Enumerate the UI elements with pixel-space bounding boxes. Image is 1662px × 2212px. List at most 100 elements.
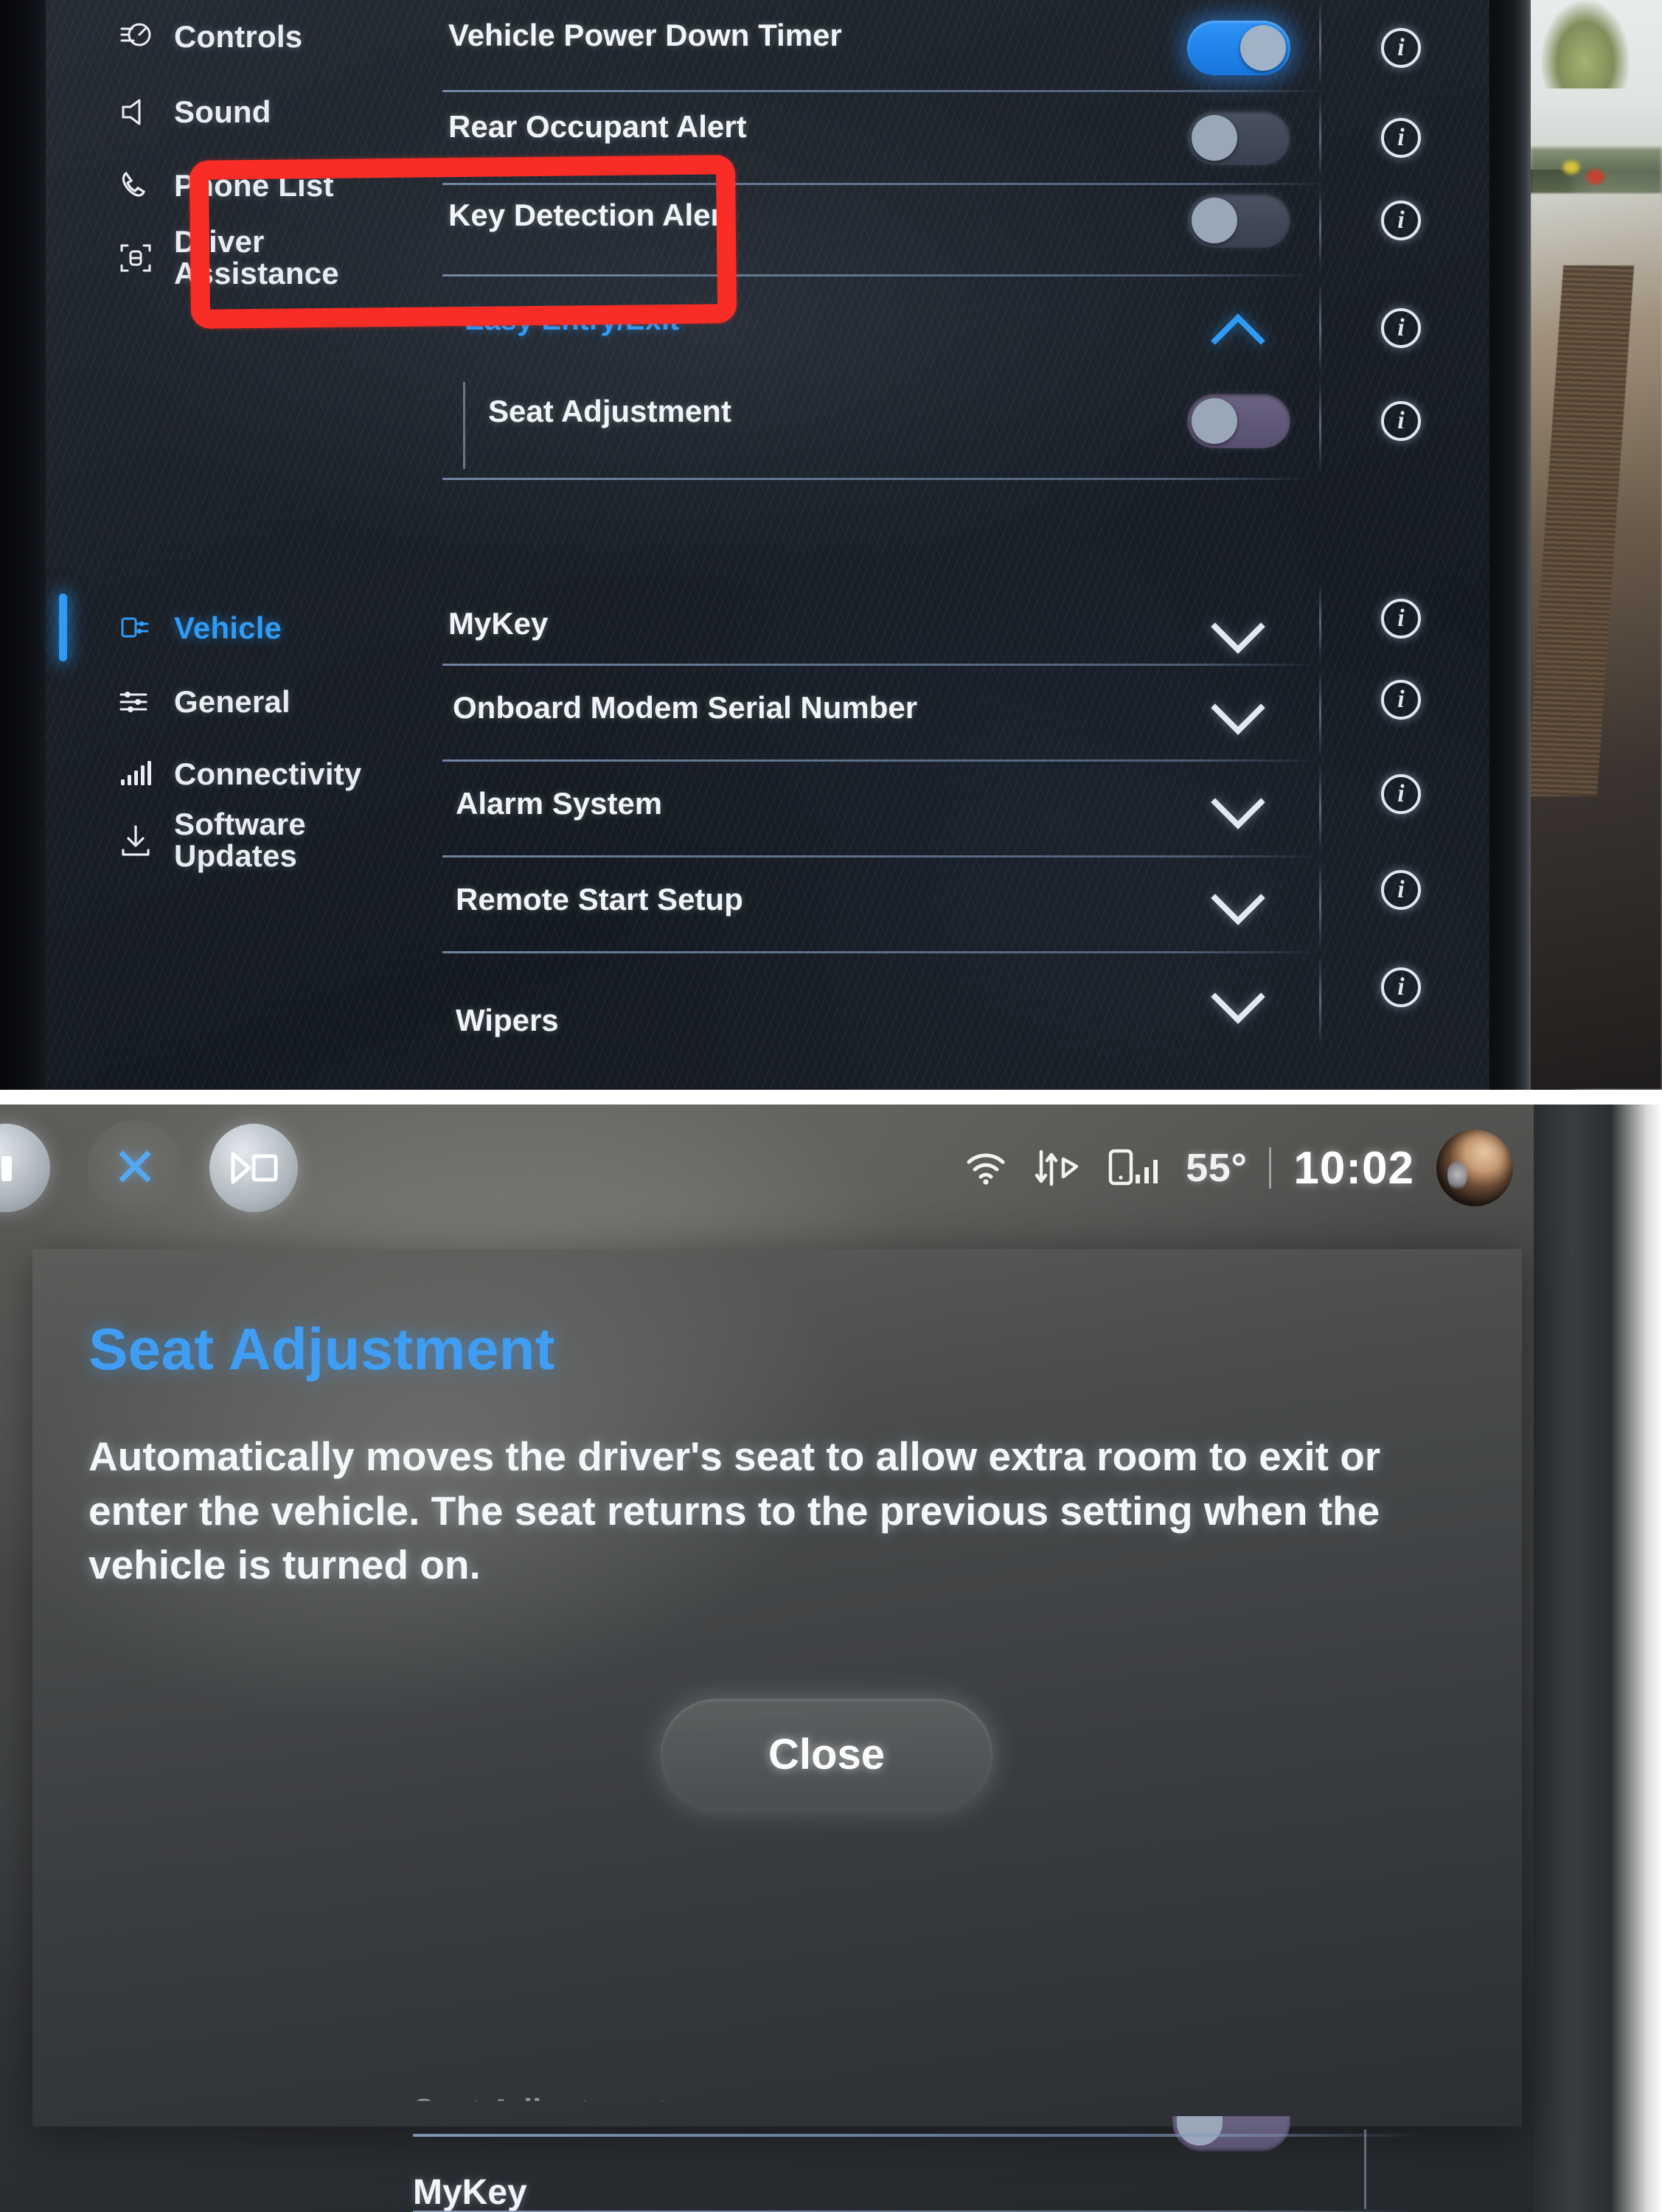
column-separator bbox=[1319, 186, 1321, 271]
setting-row-onboard-modem-serial-number[interactable]: Onboard Modem Serial Number i bbox=[442, 669, 1489, 758]
sidebar-item-label: Software Updates bbox=[174, 808, 306, 872]
chevron-down-icon bbox=[1214, 780, 1263, 810]
info-icon: i bbox=[1381, 870, 1421, 910]
chevron-down-icon bbox=[1214, 605, 1263, 634]
info-button[interactable]: i bbox=[1357, 967, 1445, 1007]
setting-label: Key Detection Alert bbox=[448, 198, 733, 232]
row-divider bbox=[442, 759, 1320, 762]
setting-row-remote-start-setup[interactable]: Remote Start Setup i bbox=[442, 861, 1489, 950]
signal-bars-icon bbox=[117, 755, 155, 793]
row-divider bbox=[442, 183, 1327, 185]
close-dialog-button[interactable]: ✕ bbox=[87, 1120, 183, 1216]
window-tree bbox=[1541, 0, 1630, 88]
info-button[interactable]: i bbox=[1357, 118, 1445, 158]
info-icon: i bbox=[1381, 967, 1421, 1007]
bottom-photo-panel: ✕ 55° 10:02 Seat Adjustment Automaticall… bbox=[0, 1105, 1662, 2212]
setting-label: Alarm System bbox=[456, 786, 663, 821]
setting-label: MyKey bbox=[448, 606, 549, 641]
clock: 10:02 bbox=[1293, 1142, 1414, 1194]
onboard-modem-expand-toggle[interactable] bbox=[1187, 686, 1290, 715]
vehicle-icon bbox=[117, 609, 155, 647]
screen-bezel-right bbox=[1489, 0, 1531, 1090]
setting-row-mykey[interactable]: MyKey i bbox=[413, 2159, 1534, 2212]
key-detection-alert-toggle[interactable] bbox=[1187, 193, 1290, 248]
sidebar-item-driver-assistance[interactable]: Driver Assistance bbox=[46, 214, 414, 302]
info-icon: i bbox=[1381, 680, 1421, 720]
info-icon: i bbox=[1381, 774, 1421, 814]
setting-label: MyKey bbox=[413, 2173, 527, 2212]
column-separator bbox=[1319, 582, 1321, 664]
sidebar-item-label: Vehicle bbox=[174, 611, 282, 645]
controls-icon bbox=[117, 18, 155, 56]
row-divider bbox=[442, 274, 1312, 276]
phone-icon bbox=[117, 167, 155, 205]
column-separator bbox=[1319, 668, 1321, 758]
info-dialog: Seat Adjustment Automatically moves the … bbox=[0, 1132, 1522, 2126]
setting-row-key-detection-alert[interactable]: Key Detection Alert i bbox=[442, 186, 1489, 267]
dialog-title: Seat Adjustment bbox=[88, 1316, 555, 1382]
info-button[interactable]: i bbox=[1357, 774, 1445, 814]
row-divider bbox=[442, 664, 1320, 666]
sidebar-item-software-updates[interactable]: Software Updates bbox=[46, 796, 414, 885]
toggle-switch-on[interactable] bbox=[1187, 21, 1290, 75]
driver-assistance-icon bbox=[117, 239, 155, 277]
toggle-switch-off[interactable] bbox=[1187, 394, 1290, 448]
sidebar-item-label: Phone List bbox=[174, 168, 334, 203]
status-divider bbox=[1269, 1147, 1272, 1189]
wipers-expand-toggle[interactable] bbox=[1187, 975, 1290, 1004]
seat-adjustment-toggle[interactable] bbox=[1187, 394, 1290, 448]
toggle-switch-off[interactable] bbox=[1187, 193, 1290, 248]
vehicle-settings-list[interactable]: Vehicle Power Down Timer i Rear Occupant… bbox=[442, 0, 1489, 1090]
sidebar-item-label-line2: Assistance bbox=[174, 256, 339, 291]
phone-projection-button[interactable] bbox=[209, 1124, 298, 1212]
power-down-timer-toggle[interactable] bbox=[1187, 21, 1290, 75]
column-separator bbox=[1319, 764, 1321, 854]
data-transfer-icon bbox=[1031, 1147, 1084, 1189]
info-button[interactable]: i bbox=[1357, 401, 1445, 441]
photo-separator bbox=[0, 1090, 1662, 1105]
info-button[interactable]: i bbox=[1357, 599, 1445, 639]
row-divider bbox=[442, 951, 1320, 953]
mykey-expand-toggle[interactable] bbox=[1187, 605, 1290, 634]
window-color-spot bbox=[1563, 161, 1579, 174]
close-button[interactable]: Close bbox=[661, 1699, 992, 1809]
remote-start-expand-toggle[interactable] bbox=[1187, 876, 1290, 905]
phone-projection-icon bbox=[231, 1152, 278, 1184]
setting-row-vehicle-power-down-timer[interactable]: Vehicle Power Down Timer i bbox=[442, 7, 1489, 88]
setting-label: Vehicle Power Down Timer bbox=[448, 18, 842, 52]
status-bar-right: 55° 10:02 bbox=[963, 1105, 1534, 1231]
info-button[interactable]: i bbox=[1357, 680, 1445, 720]
settings-sidebar[interactable]: Controls Sound Phone List Driver Assista… bbox=[46, 0, 414, 1090]
chevron-down-icon bbox=[1214, 876, 1263, 905]
avatar[interactable] bbox=[1436, 1130, 1513, 1206]
info-button[interactable]: i bbox=[1357, 28, 1445, 68]
column-separator bbox=[1319, 956, 1321, 1046]
setting-row-alarm-system[interactable]: Alarm System i bbox=[442, 765, 1489, 854]
info-button[interactable]: i bbox=[1357, 870, 1445, 910]
dialog-body-text: Automatically moves the driver's seat to… bbox=[88, 1433, 1381, 1588]
setting-row-rear-occupant-alert[interactable]: Rear Occupant Alert i bbox=[442, 94, 1489, 181]
home-button[interactable] bbox=[0, 1124, 50, 1212]
info-icon: i bbox=[1381, 599, 1421, 639]
sidebar-item-label: Controls bbox=[174, 19, 303, 54]
sidebar-item-label: General bbox=[174, 684, 291, 719]
setting-row-wipers[interactable]: Wipers i bbox=[442, 957, 1489, 1046]
toggle-switch-off[interactable] bbox=[1187, 111, 1290, 165]
column-separator bbox=[1319, 378, 1321, 473]
wifi-icon bbox=[963, 1149, 1009, 1187]
setting-label: Remote Start Setup bbox=[456, 882, 743, 917]
row-divider bbox=[442, 90, 1327, 92]
setting-row-mykey[interactable]: MyKey i bbox=[442, 304, 1489, 641]
screen-bezel-right bbox=[1534, 1105, 1662, 2212]
rear-occupant-alert-toggle[interactable] bbox=[1187, 111, 1290, 165]
column-separator bbox=[1319, 860, 1321, 950]
sidebar-item-label: Connectivity bbox=[174, 757, 362, 791]
outside-temperature: 55° bbox=[1186, 1146, 1248, 1190]
info-button[interactable]: i bbox=[1357, 201, 1445, 240]
info-icon: i bbox=[1381, 28, 1421, 68]
sliders-icon bbox=[117, 683, 155, 721]
setting-row-seat-adjustment[interactable]: Seat Adjustment i bbox=[442, 376, 1489, 466]
alarm-system-expand-toggle[interactable] bbox=[1187, 780, 1290, 810]
cellular-signal-icon bbox=[1106, 1147, 1164, 1189]
setting-label: Seat Adjustment bbox=[488, 394, 731, 428]
